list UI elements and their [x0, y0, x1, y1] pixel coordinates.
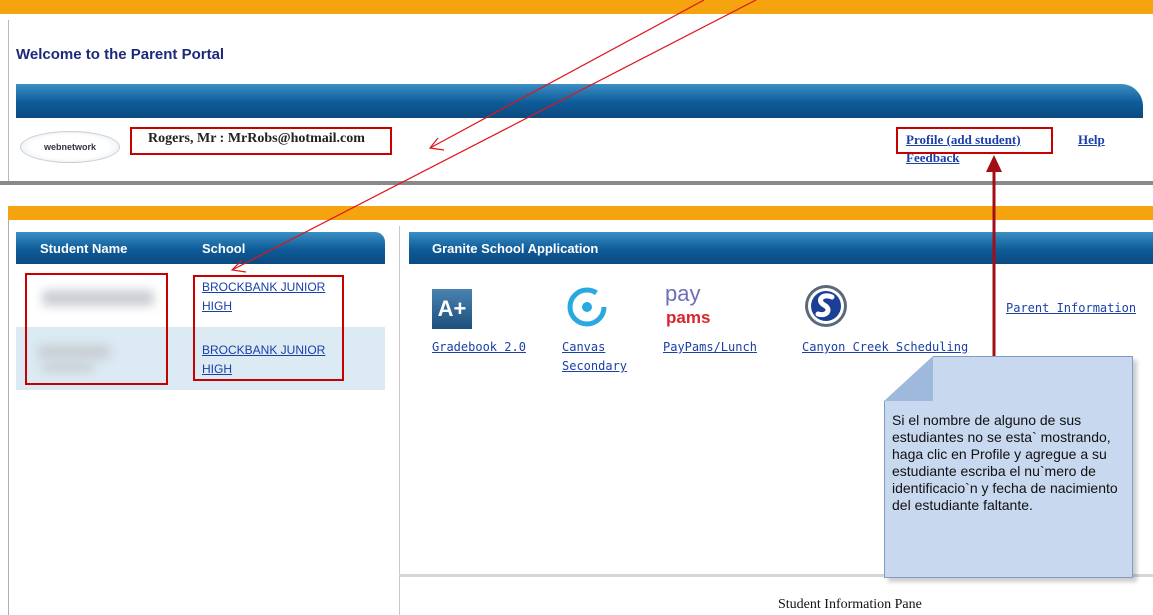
annotation-note-text: Si el nombre de alguno de sus estudiante…: [892, 412, 1118, 513]
note-folded-corner: [884, 356, 933, 401]
